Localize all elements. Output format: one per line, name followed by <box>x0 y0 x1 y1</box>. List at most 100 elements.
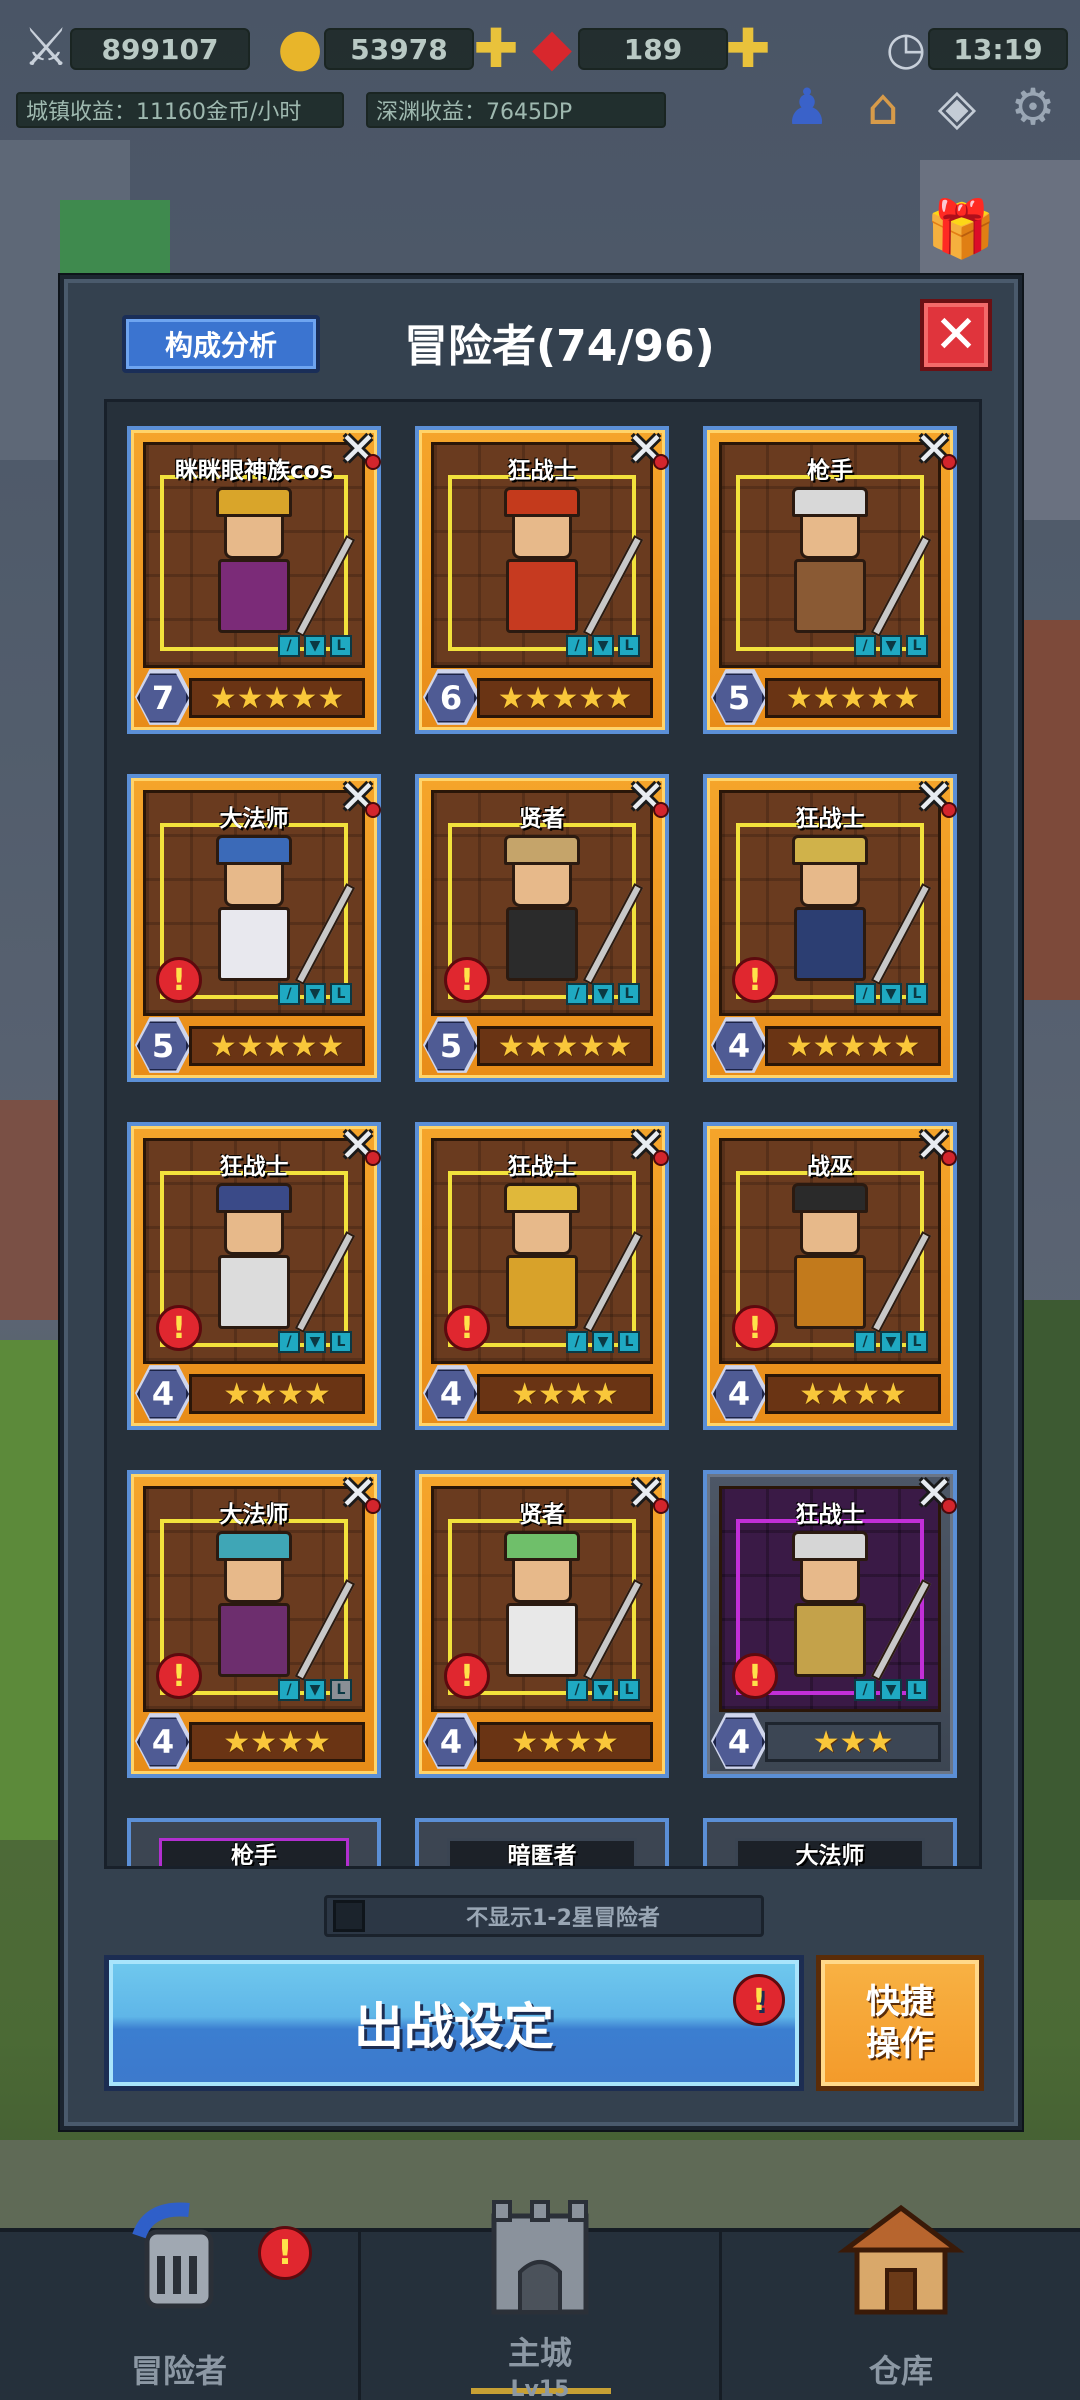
crossed-swords-icon[interactable]: ✕ <box>619 1118 673 1172</box>
armor-icon: ▼ <box>304 1679 326 1701</box>
crossed-swords-icon[interactable]: ✕ <box>907 1118 961 1172</box>
sprite-body <box>794 1603 866 1677</box>
armor-icon: ▼ <box>304 1331 326 1353</box>
sprite-body <box>794 907 866 981</box>
sprite-body <box>218 1603 290 1677</box>
adventurer-name: 狂战士 <box>507 458 577 484</box>
equipment-icons: / ▼ L <box>854 983 928 1005</box>
battle-setup-button[interactable]: 出战设定 ! <box>104 1955 804 2091</box>
composition-analysis-button[interactable]: 构成分析 <box>122 315 320 373</box>
crossed-swords-icon[interactable]: ✕ <box>331 422 385 476</box>
clock-time: 13:19 <box>928 28 1068 70</box>
equipment-icons: / ▼ L <box>566 983 640 1005</box>
adventurer-card[interactable]: 狂战士 / ▼ L ! ✕ 4 ★★★★ <box>415 1118 669 1430</box>
adventurer-card[interactable]: 贤者 / ▼ L ! ✕ 4 ★★★★ <box>415 1466 669 1778</box>
sprite-hat <box>504 835 580 865</box>
equipment-icons: / ▼ L <box>854 1679 928 1701</box>
armor-icon: ▼ <box>592 1679 614 1701</box>
crossed-swords-icon[interactable]: ✕ <box>331 770 385 824</box>
boots-icon: L <box>618 983 640 1005</box>
boots-icon: L <box>330 635 352 657</box>
star-rating: ★★★★★ <box>477 1026 653 1066</box>
alert-icon: ! <box>444 1653 490 1699</box>
adventurer-name: 大法师 <box>795 1843 865 1869</box>
gear-icon[interactable]: ⚙ <box>1000 74 1066 140</box>
adventurer-name: 枪手 <box>231 1843 277 1869</box>
weapon-icon: / <box>566 1679 588 1701</box>
armor-icon: ▼ <box>304 983 326 1005</box>
knight-helmet-icon <box>132 2202 214 2309</box>
star-rating: ★★★★ <box>189 1722 365 1762</box>
boots-icon: L <box>618 1331 640 1353</box>
adventurer-card[interactable]: 眯眯眼神族cos / ▼ L ✕ 7 ★★★★★ <box>127 422 381 734</box>
adventurer-card[interactable]: 战巫 / ▼ L ! ✕ 4 ★★★★ <box>703 1118 957 1430</box>
adventurer-card[interactable]: 枪手 / ▼ L ✕ 5 ★★★★★ <box>703 422 957 734</box>
close-button[interactable]: ✕ <box>920 299 992 371</box>
weapon-icon: / <box>278 1331 300 1353</box>
nav-warehouse-label: 仓库 <box>868 2352 933 2390</box>
adventurer-card[interactable]: 大法师 / ▼ L ! ✕ 4 ★★★★ <box>127 1466 381 1778</box>
boots-icon: L <box>906 1331 928 1353</box>
star-rating: ★★★★ <box>765 1374 941 1414</box>
gold-counter: 53978 <box>324 28 474 70</box>
crossed-swords-icon[interactable]: ✕ <box>619 770 673 824</box>
add-gem-button[interactable]: ✚ <box>714 14 782 82</box>
adventurer-card[interactable]: 枪手 <box>127 1818 381 1869</box>
alert-icon: ! <box>156 1653 202 1699</box>
adventurer-card[interactable]: 狂战士 / ▼ L ! ✕ 4 ★★★★ <box>127 1118 381 1430</box>
nav-main-city[interactable]: 主城 Lv15 <box>361 2200 722 2400</box>
close-icon: ✕ <box>934 305 978 365</box>
alert-icon: ! <box>733 1974 785 2026</box>
sprite-hat <box>216 1531 292 1561</box>
equipment-icons: / ▼ L <box>278 983 352 1005</box>
equipment-icons: / ▼ L <box>278 635 352 657</box>
adventurer-card[interactable]: 大法师 <box>703 1818 957 1869</box>
alert-icon: ! <box>732 1305 778 1351</box>
adventurer-card[interactable]: 狂战士 / ▼ L ✕ 6 ★★★★★ <box>415 422 669 734</box>
armor-icon: ▼ <box>880 983 902 1005</box>
adventurer-name: 狂战士 <box>795 1502 865 1528</box>
armor-icon: ▼ <box>592 1331 614 1353</box>
nav-warehouse[interactable]: 仓库 <box>722 2204 1080 2400</box>
equipment-icons: / ▼ L <box>854 635 928 657</box>
boots-icon: L <box>618 1679 640 1701</box>
adventurer-sprite <box>194 1183 356 1347</box>
shop-icon[interactable]: ⌂ <box>850 74 916 140</box>
adventurer-card[interactable]: 狂战士 / ▼ L ! ✕ 4 ★★★★★ <box>703 770 957 1082</box>
quick-action-button[interactable]: 快捷 操作 <box>816 1955 984 2091</box>
crossed-swords-icon[interactable]: ✕ <box>619 1466 673 1520</box>
sprite-body <box>218 907 290 981</box>
top-hud: ⚔ 899107 ● 53978 ✚ ◆ 189 ✚ ◷ 13:19 <box>0 0 1080 80</box>
hide-low-star-toggle[interactable]: 不显示1-2星冒险者 <box>324 1895 764 1937</box>
adventurer-card[interactable]: 大法师 / ▼ L ! ✕ 5 ★★★★★ <box>127 770 381 1082</box>
checkbox[interactable] <box>333 1900 365 1932</box>
adventurer-name: 狂战士 <box>507 1154 577 1180</box>
crossed-swords-icon[interactable]: ✕ <box>331 1466 385 1520</box>
crossed-swords-icon[interactable]: ✕ <box>331 1118 385 1172</box>
bottom-nav: 冒险者 主城 Lv15 仓库 <box>0 2200 1080 2400</box>
compass-icon[interactable]: ◈ <box>924 74 990 140</box>
equipment-icons: / ▼ L <box>278 1679 352 1701</box>
crossed-swords-icon[interactable]: ✕ <box>619 422 673 476</box>
gift-icon[interactable]: 🎁 <box>926 196 996 262</box>
adventurer-card[interactable]: 贤者 / ▼ L ! ✕ 5 ★★★★★ <box>415 770 669 1082</box>
crossed-swords-icon[interactable]: ✕ <box>907 1466 961 1520</box>
crossed-swords-icon[interactable]: ✕ <box>907 422 961 476</box>
adventurer-name: 大法师 <box>219 806 289 832</box>
nav-main-city-level: Lv15 <box>510 2377 570 2400</box>
adventurer-card[interactable]: 狂战士 / ▼ L ! ✕ 4 ★★★ <box>703 1466 957 1778</box>
gem-counter: 189 <box>578 28 728 70</box>
adventurer-sprite <box>194 487 356 651</box>
adventurer-name: 枪手 <box>807 458 853 484</box>
sprite-body <box>506 1603 578 1677</box>
panel-title: 冒险者(74/96) <box>404 321 715 372</box>
team-icon[interactable]: ♟ <box>774 74 840 140</box>
crossed-swords-icon[interactable]: ✕ <box>907 770 961 824</box>
alert-icon: ! <box>156 957 202 1003</box>
abyss-income: 深渊收益：7645DP <box>366 92 666 128</box>
armor-icon: ▼ <box>304 635 326 657</box>
boots-icon: L <box>330 983 352 1005</box>
adventurer-card[interactable]: 暗匿者 <box>415 1818 669 1866</box>
adventurer-sprite <box>482 1183 644 1347</box>
adventurer-grid[interactable]: 眯眯眼神族cos / ▼ L ✕ 7 ★★★★★ 狂战士 / ▼ L ✕ 6 ★… <box>104 399 982 1869</box>
